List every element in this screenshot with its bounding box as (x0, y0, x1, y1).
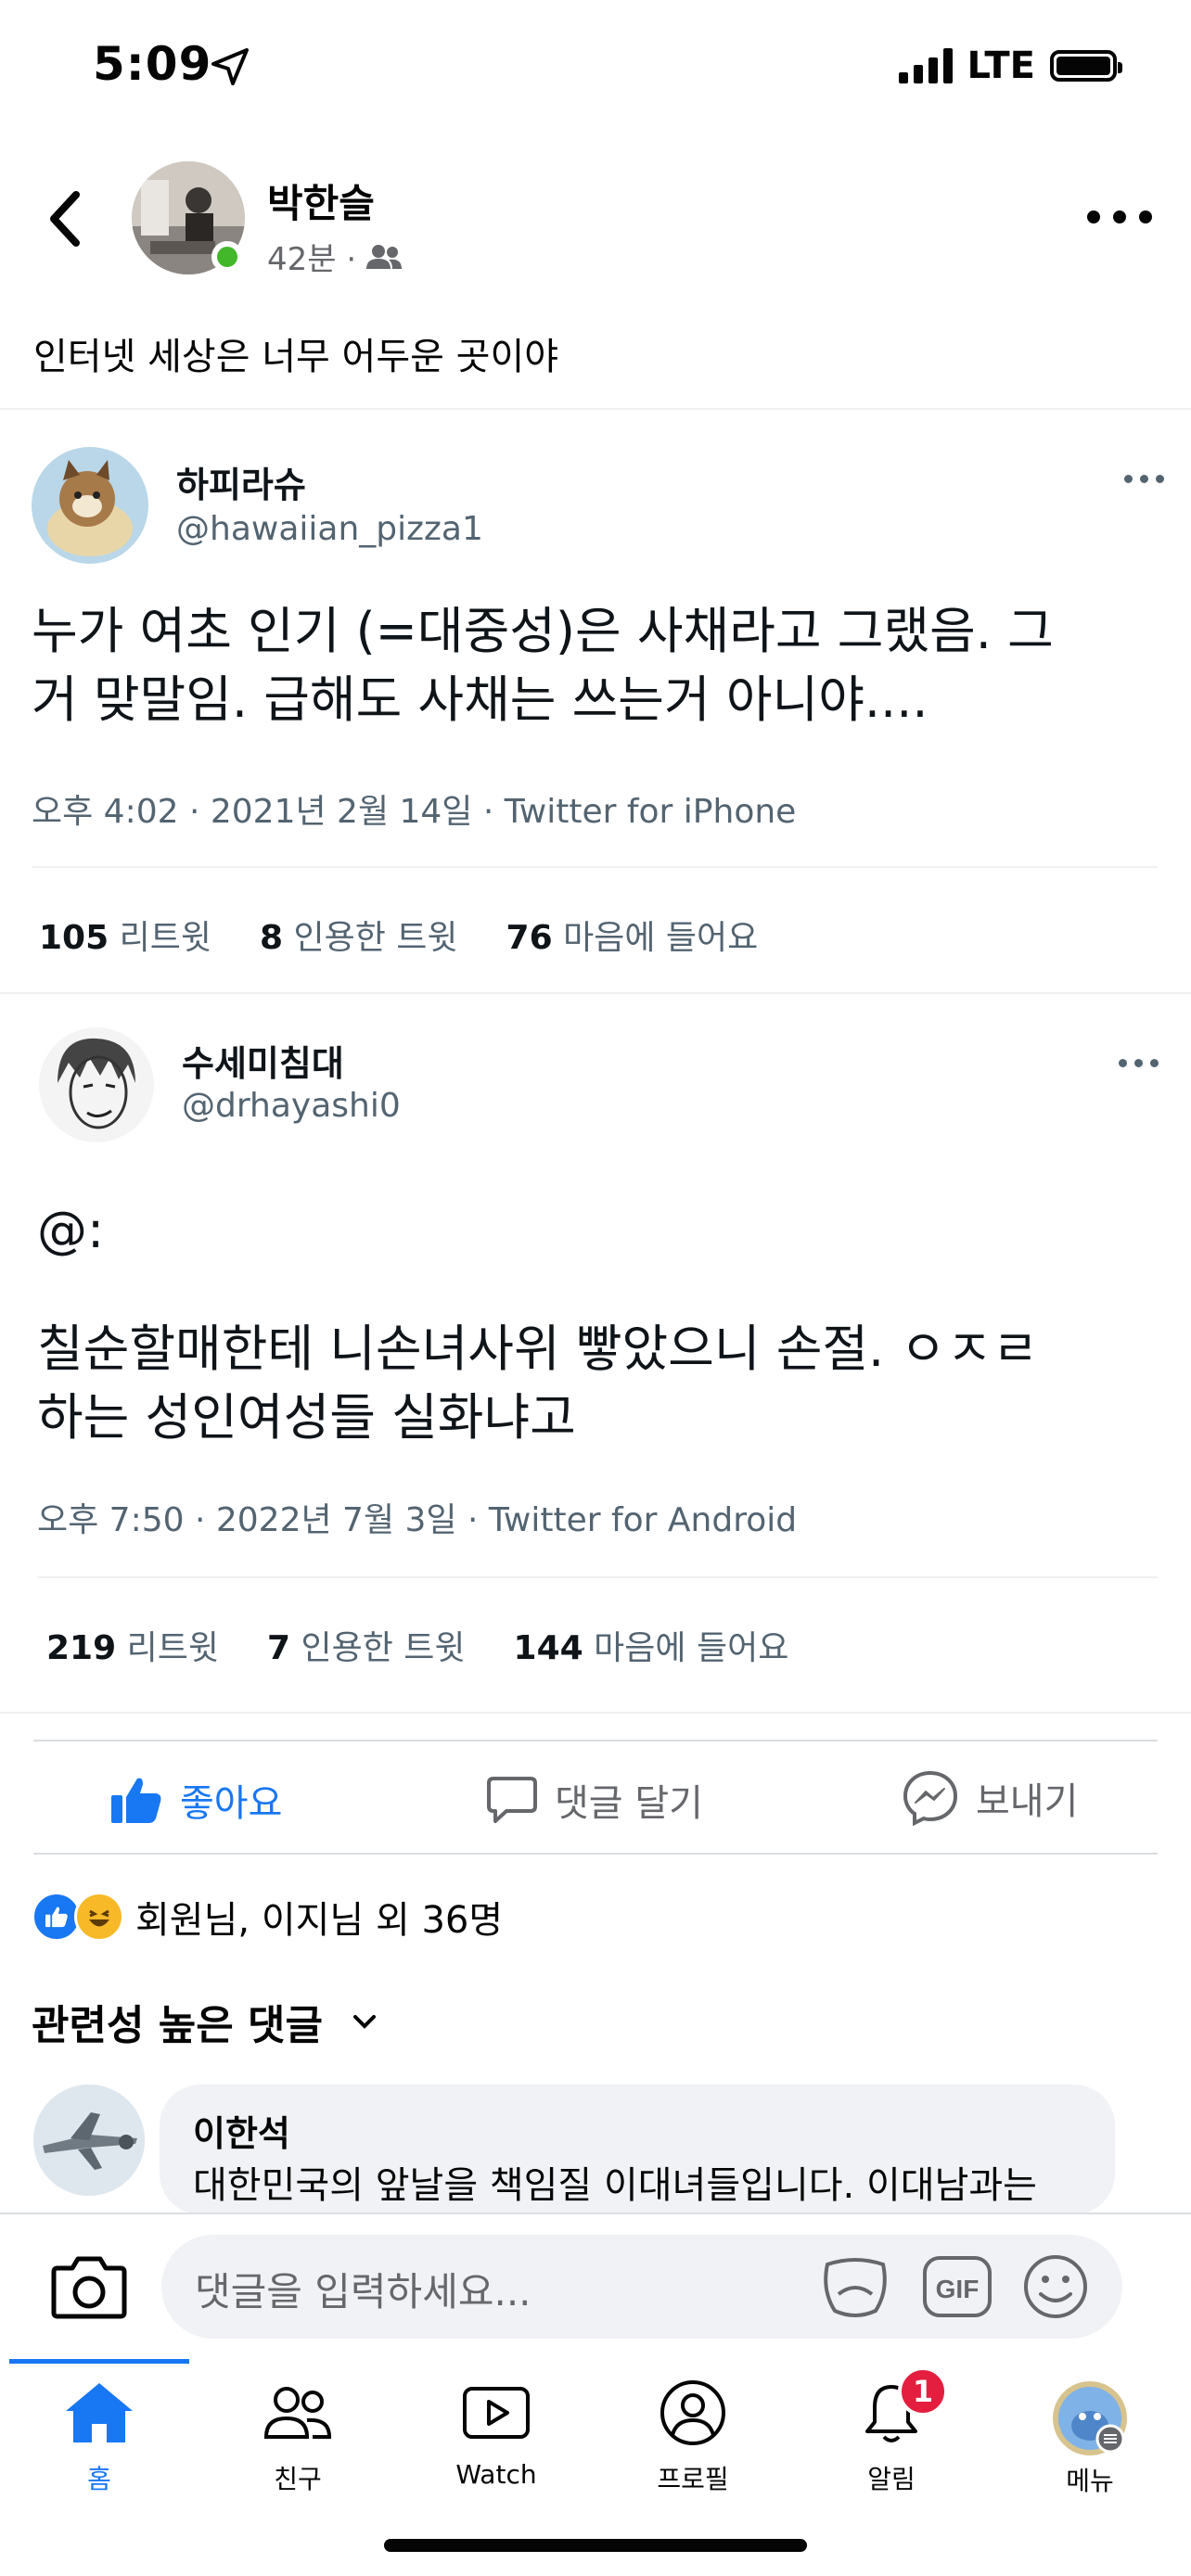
tab-label: 홈 (87, 2464, 111, 2494)
tweet-text-line: 누가 여초 인기 (=대중성)은 사채라고 그랬음. 그 (32, 602, 1054, 660)
retweet-count: 219 (46, 1629, 117, 1667)
tab-label: Watch (455, 2459, 537, 2490)
tab-watch[interactable]: Watch (427, 2379, 566, 2490)
retweet-label: 리트윗 (126, 1629, 219, 1667)
tweet-handle: @hawaiian_pizza1 (176, 510, 483, 548)
like-count: 76 (506, 919, 553, 957)
like-button[interactable]: 좋아요 (109, 1773, 282, 1827)
divider (37, 1576, 1158, 1578)
quote-label: 인용한 트윗 (293, 919, 458, 957)
comment-sort-dropdown[interactable]: 관련성 높은 댓글 (32, 1992, 378, 2051)
status-indicators: LTE (898, 45, 1122, 87)
tweet-stats: 105 리트윗 8 인용한 트윗 76 마음에 들어요 (39, 911, 758, 959)
status-time: 5:09 (93, 37, 212, 91)
comment-bubble-icon (487, 1777, 537, 1823)
online-status-dot (211, 241, 243, 273)
comment-text: 대한민국의 앞날을 책임질 이대녀들입니다. 이대남과는 (193, 2164, 1037, 2207)
back-chevron-icon[interactable] (41, 182, 93, 256)
camera-icon[interactable] (50, 2251, 128, 2322)
emoji-icon[interactable] (1022, 2253, 1089, 2320)
battery-icon (1050, 50, 1122, 82)
messenger-icon (903, 1770, 958, 1827)
active-tab-indicator (9, 2359, 189, 2364)
tab-profile[interactable]: 프로필 (623, 2379, 762, 2496)
like-label: 마음에 들어요 (594, 1629, 789, 1667)
shared-image-tweet-2[interactable]: 수세미침대 @drhayashi0 @: 칠순할매한테 니손녀사위 빻았으니 손… (0, 994, 1191, 1708)
tweet-stats: 219 리트윗 7 인용한 트윗 144 마음에 들어요 (46, 1621, 788, 1669)
tweet-author-name: 하피라슈 (176, 465, 306, 505)
tweet-more-icon (1124, 475, 1164, 483)
haha-reaction-icon (74, 1892, 124, 1942)
tab-home[interactable]: 홈 (30, 2379, 169, 2496)
friends-icon (263, 2387, 332, 2439)
gif-icon[interactable]: GIF (922, 2255, 992, 2318)
like-count: 144 (513, 1629, 583, 1667)
post-time: 42분 · (267, 241, 357, 278)
tweet-timestamp: 오후 4:02 · 2021년 2월 14일 · Twitter for iPh… (32, 793, 797, 831)
commenter-avatar[interactable] (33, 2085, 145, 2196)
quote-count: 8 (259, 919, 284, 957)
tweet-avatar (39, 1027, 154, 1142)
send-label: 보내기 (976, 1780, 1079, 1823)
avatar-sticker-icon[interactable] (820, 2253, 890, 2320)
comment-sort-label: 관련성 높은 댓글 (32, 2002, 323, 2049)
post-author-name[interactable]: 박한슬 (267, 172, 375, 229)
tab-label: 친구 (274, 2464, 322, 2494)
comment-bubble[interactable]: 이한석 대한민국의 앞날을 책임질 이대녀들입니다. 이대남과는 (160, 2085, 1115, 2214)
divider (33, 1853, 1158, 1855)
tab-label: 메뉴 (1066, 2466, 1114, 2496)
cellular-signal-icon (898, 48, 953, 83)
like-label: 좋아요 (180, 1782, 283, 1825)
comment-author[interactable]: 이한석 (193, 2105, 290, 2156)
tweet-text-line: 거 맞말임. 급해도 사채는 쓰는거 아니야.... (32, 670, 928, 729)
tab-label: 알림 (867, 2464, 916, 2494)
friends-audience-icon (366, 244, 403, 269)
thumbs-up-icon (111, 1778, 161, 1823)
network-type: LTE (967, 45, 1035, 87)
comment-input-placeholder: 댓글을 입력하세요... (195, 2269, 531, 2315)
watch-icon (463, 2387, 530, 2439)
comment-label: 댓글 달기 (555, 1782, 703, 1825)
reactions-text: 회원님, 이지님 외 36명 (135, 1899, 504, 1942)
tweet-handle: @drhayashi0 (182, 1087, 401, 1125)
post-text: 인터넷 세상은 너무 어두운 곳이야 (33, 336, 559, 378)
home-indicator (384, 2539, 807, 2552)
retweet-label: 리트윗 (119, 919, 211, 957)
svg-text:GIF: GIF (936, 2275, 980, 2303)
profile-icon (660, 2380, 725, 2445)
tab-label: 프로필 (657, 2464, 729, 2494)
tweet-avatar (32, 447, 148, 564)
like-label: 마음에 들어요 (563, 919, 759, 957)
send-button[interactable]: 보내기 (902, 1769, 1078, 1827)
tweet-timestamp: 오후 7:50 · 2022년 7월 3일 · Twitter for Andr… (37, 1501, 798, 1539)
comment-button[interactable]: 댓글 달기 (486, 1773, 703, 1827)
notification-badge: 1 (898, 2366, 948, 2417)
divider (33, 1740, 1158, 1741)
retweet-count: 105 (39, 919, 109, 957)
post-meta: 42분 · (267, 234, 403, 279)
divider (32, 866, 1158, 868)
quote-label: 인용한 트윗 (301, 1629, 466, 1667)
tweet-author-name: 수세미침대 (182, 1043, 344, 1084)
post-options-button[interactable] (1087, 206, 1152, 228)
tab-friends[interactable]: 친구 (228, 2379, 367, 2496)
menu-avatar-icon (1053, 2381, 1127, 2455)
tab-menu[interactable]: 메뉴 (1020, 2379, 1159, 2498)
home-icon (66, 2383, 133, 2442)
location-arrow-icon (211, 48, 249, 85)
tweet-text-line: @: (37, 1201, 105, 1259)
quote-count: 7 (266, 1629, 291, 1667)
tweet-text-line: 하는 성인여성들 실화냐고 (37, 1388, 576, 1447)
chevron-down-icon (353, 2015, 376, 2029)
shared-image-tweet-1[interactable]: 하피라슈 @hawaiian_pizza1 누가 여초 인기 (=대중성)은 사… (0, 410, 1191, 985)
reactions-summary[interactable]: 회원님, 이지님 외 36명 (32, 1890, 503, 1944)
divider (0, 1712, 1191, 1714)
tweet-text-line: 칠순할매한테 니손녀사위 빻았으니 손절. ㅇㅈㄹ (37, 1320, 1039, 1378)
tweet-more-icon (1119, 1059, 1159, 1067)
